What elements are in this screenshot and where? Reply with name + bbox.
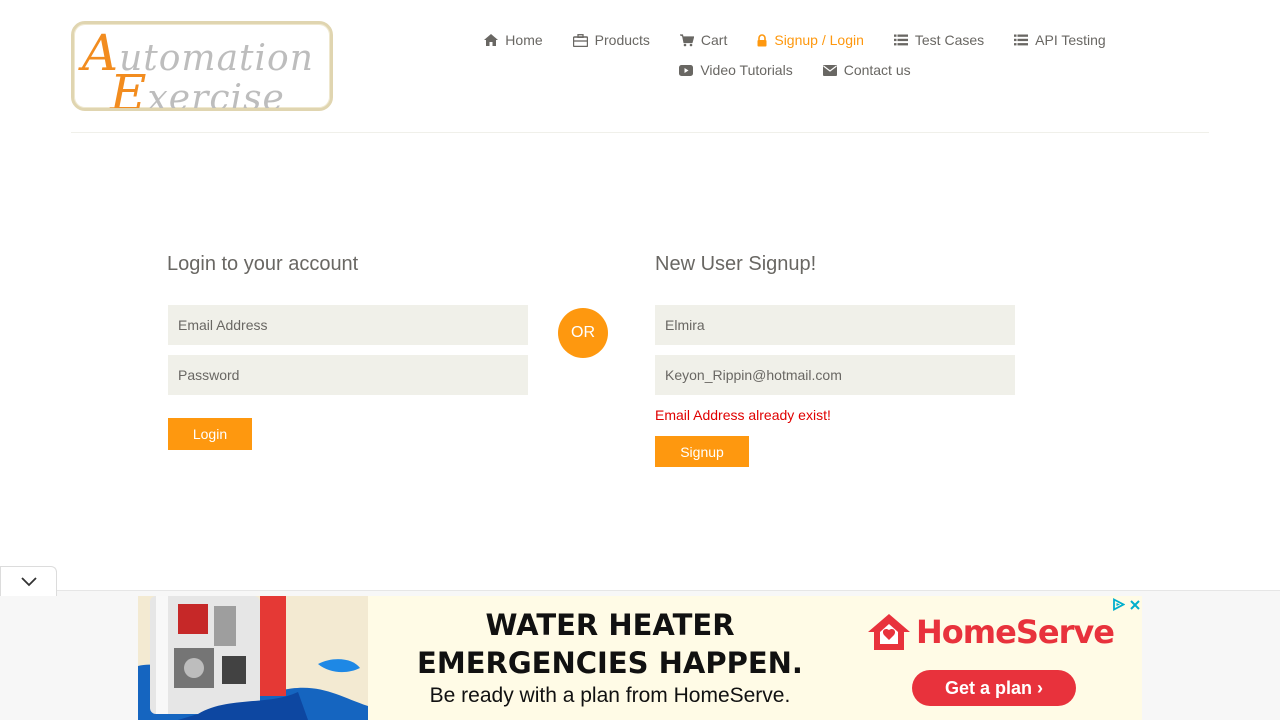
login-button[interactable]: Login bbox=[168, 418, 252, 450]
signup-button[interactable]: Signup bbox=[655, 436, 749, 467]
ad-brand: HomeServe bbox=[866, 612, 1115, 652]
ad-subline: Be ready with a plan from HomeServe. bbox=[429, 684, 791, 707]
login-email-input[interactable] bbox=[168, 305, 528, 345]
home-icon bbox=[484, 34, 499, 46]
nav-video-tutorials[interactable]: Video Tutorials bbox=[679, 62, 793, 78]
nav-products-label: Products bbox=[594, 32, 650, 48]
lock-icon bbox=[757, 33, 767, 46]
nav-signup-login[interactable]: Signup / Login bbox=[757, 32, 864, 48]
chevron-down-icon bbox=[20, 576, 37, 586]
signup-form-title: New User Signup! bbox=[655, 253, 817, 275]
ad-headline-2: EMERGENCIES HAPPEN. bbox=[417, 646, 803, 680]
ad-choices[interactable] bbox=[1112, 598, 1141, 611]
water-heater-image bbox=[138, 596, 368, 720]
list-icon bbox=[1014, 34, 1029, 46]
logo-line-exercise: Exercise bbox=[110, 64, 285, 111]
nav-home-label: Home bbox=[505, 32, 543, 48]
ad-headline-1: WATER HEATER bbox=[485, 608, 735, 642]
nav-contact-us[interactable]: Contact us bbox=[822, 62, 911, 78]
nav-test-cases[interactable]: Test Cases bbox=[893, 32, 985, 48]
nav-cart-label: Cart bbox=[700, 32, 728, 48]
nav-row-2: Video Tutorials Contact us bbox=[455, 56, 1135, 84]
or-divider: OR bbox=[558, 308, 608, 358]
nav-cart[interactable]: Cart bbox=[679, 32, 728, 48]
ad-brand-name: HomeServe bbox=[916, 613, 1115, 651]
envelope-icon bbox=[822, 64, 837, 76]
house-logo-icon bbox=[868, 614, 910, 650]
signup-email-input[interactable] bbox=[655, 355, 1015, 395]
header-divider bbox=[71, 132, 1209, 133]
briefcase-icon bbox=[572, 33, 588, 47]
ad-cta-button[interactable]: Get a plan › bbox=[912, 670, 1076, 706]
nav-api-testing[interactable]: API Testing bbox=[1014, 32, 1106, 48]
youtube-icon bbox=[679, 64, 694, 76]
nav-test-cases-label: Test Cases bbox=[914, 32, 985, 48]
nav-api-testing-label: API Testing bbox=[1035, 32, 1106, 48]
adchoices-icon[interactable] bbox=[1112, 598, 1125, 611]
close-ad-icon[interactable] bbox=[1129, 599, 1141, 611]
site-logo[interactable]: Automation Exercise bbox=[71, 21, 333, 111]
nav-signup-login-label: Signup / Login bbox=[774, 32, 864, 48]
login-password-input[interactable] bbox=[168, 355, 528, 395]
main-nav: Home Products Cart Signup / Login Test C… bbox=[455, 26, 1135, 86]
cart-icon bbox=[679, 33, 694, 46]
ad-banner[interactable]: WATER HEATER EMERGENCIES HAPPEN. Be read… bbox=[138, 596, 1142, 720]
signup-error-message: Email Address already exist! bbox=[655, 407, 831, 423]
nav-products[interactable]: Products bbox=[572, 32, 650, 48]
nav-contact-us-label: Contact us bbox=[843, 62, 911, 78]
nav-row-1: Home Products Cart Signup / Login Test C… bbox=[455, 26, 1135, 54]
login-form-title: Login to your account bbox=[167, 253, 359, 275]
signup-name-input[interactable] bbox=[655, 305, 1015, 345]
nav-video-tutorials-label: Video Tutorials bbox=[700, 62, 793, 78]
ad-collapse-toggle[interactable] bbox=[0, 566, 57, 596]
list-icon bbox=[893, 34, 908, 46]
nav-home[interactable]: Home bbox=[484, 32, 543, 48]
